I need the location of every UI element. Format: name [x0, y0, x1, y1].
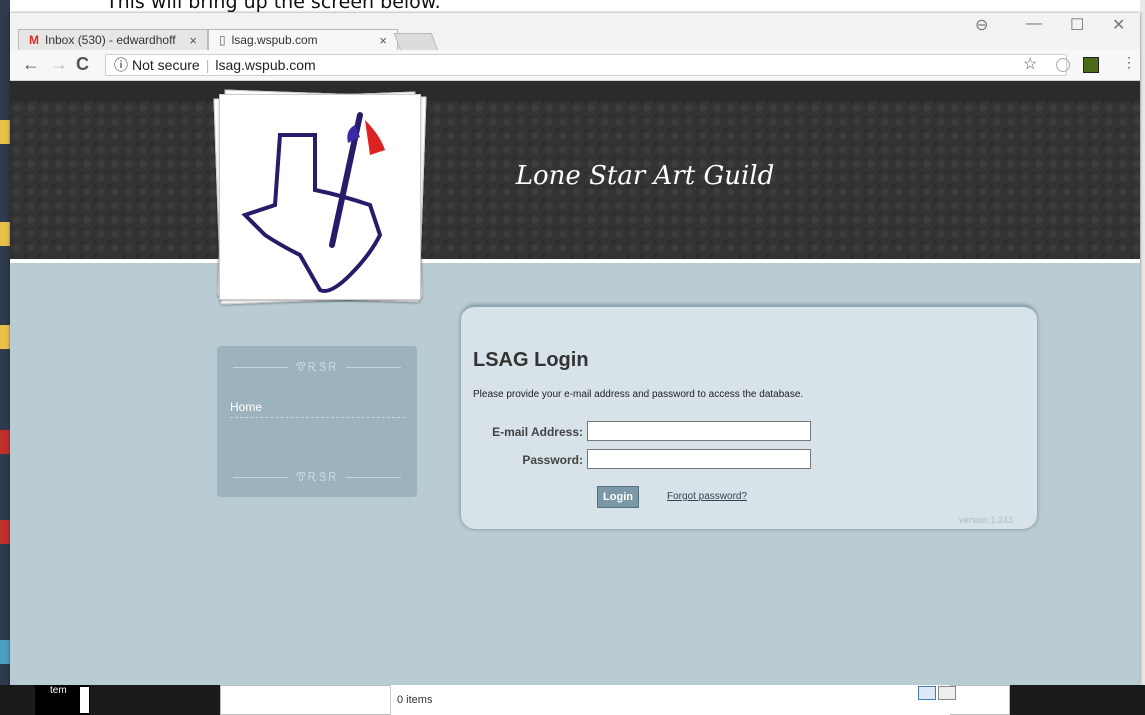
desktop-icon — [0, 222, 10, 246]
tiles-view-icon[interactable] — [938, 686, 956, 700]
login-description: Please provide your e-mail address and p… — [473, 389, 804, 400]
new-tab-button[interactable] — [393, 33, 439, 51]
nav-ornament-bottom: ᏡᎡᏕᏒ — [217, 470, 417, 485]
items-count: 0 items — [390, 685, 950, 715]
tab-strip: M Inbox (530) - edwardhoff × ▯ lsag.wspu… — [10, 13, 1140, 51]
browser-toolbar: ← → C ⓘ Not secure | lsag.wspub.com ☆ ⋮ — [10, 50, 1140, 81]
desktop-right-edge — [1140, 0, 1145, 715]
site-header: Lone Star Art Guild — [10, 101, 1140, 259]
menu-icon[interactable]: ⋮ — [1122, 54, 1136, 71]
login-panel: LSAG Login Please provide your e-mail ad… — [461, 305, 1037, 529]
address-bar[interactable]: ⓘ Not secure | lsag.wspub.com — [105, 54, 1067, 76]
desktop-left-edge — [0, 0, 10, 715]
web-page: Lone Star Art Guild ᏡᎡᏕᏒ Home ᏡᎡᏕᏒ LSAG … — [10, 81, 1140, 685]
texas-palette-icon — [241, 112, 385, 293]
taskbar-left: tem — [35, 685, 90, 715]
password-label: Password: — [522, 453, 583, 467]
version-label: version 1.243 — [959, 515, 1014, 525]
tab-inbox[interactable]: M Inbox (530) - edwardhoff × — [18, 29, 208, 50]
close-window-button[interactable]: ✕ — [1112, 15, 1125, 35]
login-heading: LSAG Login — [473, 349, 589, 371]
tab-lsag[interactable]: ▯ lsag.wspub.com × — [208, 29, 398, 50]
extension-icon[interactable] — [1056, 58, 1070, 72]
desktop-icon — [0, 640, 10, 664]
browser-window: M Inbox (530) - edwardhoff × ▯ lsag.wspu… — [10, 13, 1140, 685]
desktop-icon — [0, 120, 10, 144]
desktop-icon — [0, 325, 10, 349]
login-button[interactable]: Login — [597, 486, 639, 508]
forward-button[interactable]: → — [50, 54, 68, 75]
site-title: Lone Star Art Guild — [515, 161, 775, 191]
taskbar-left-text: tem — [50, 685, 67, 696]
bookmark-star-icon[interactable]: ☆ — [1023, 54, 1037, 74]
gmail-icon: M — [29, 33, 39, 47]
nav-item-home[interactable]: Home — [230, 400, 405, 418]
page-icon: ▯ — [219, 33, 226, 47]
close-tab-icon[interactable]: × — [189, 33, 197, 48]
maximize-button[interactable]: ☐ — [1070, 15, 1084, 35]
divider: | — [205, 57, 210, 73]
close-tab-icon[interactable]: × — [379, 33, 387, 48]
email-label: E-mail Address: — [492, 425, 583, 439]
profile-icon[interactable]: ⊖ — [975, 15, 988, 35]
extension-check-icon[interactable] — [1083, 57, 1099, 73]
desktop-icon — [0, 430, 10, 454]
details-view-icon[interactable] — [918, 686, 936, 700]
nav-ornament-top: ᏡᎡᏕᏒ — [217, 360, 417, 375]
header-divider — [10, 259, 1140, 263]
minimize-button[interactable]: — — [1026, 15, 1042, 33]
forgot-password-link[interactable]: Forgot password? — [667, 491, 747, 502]
tab-label: lsag.wspub.com — [231, 33, 318, 47]
desktop-icon — [0, 520, 10, 544]
page-top-strip — [10, 81, 1140, 101]
info-icon[interactable]: ⓘ — [114, 55, 128, 75]
nav-sidebar: ᏡᎡᏕᏒ Home ᏡᎡᏕᏒ — [217, 346, 417, 497]
reload-button[interactable]: C — [76, 54, 89, 75]
email-field[interactable] — [587, 421, 811, 441]
scrollbar[interactable] — [80, 687, 89, 713]
url-text: lsag.wspub.com — [215, 57, 316, 73]
back-button[interactable]: ← — [22, 54, 40, 75]
tab-label: Inbox (530) - edwardhoff — [45, 33, 176, 47]
password-field[interactable] — [587, 449, 811, 469]
document-caption: This will bring up the screen below. — [106, 0, 441, 13]
site-logo[interactable] — [213, 89, 427, 305]
security-label: Not secure — [132, 57, 200, 73]
